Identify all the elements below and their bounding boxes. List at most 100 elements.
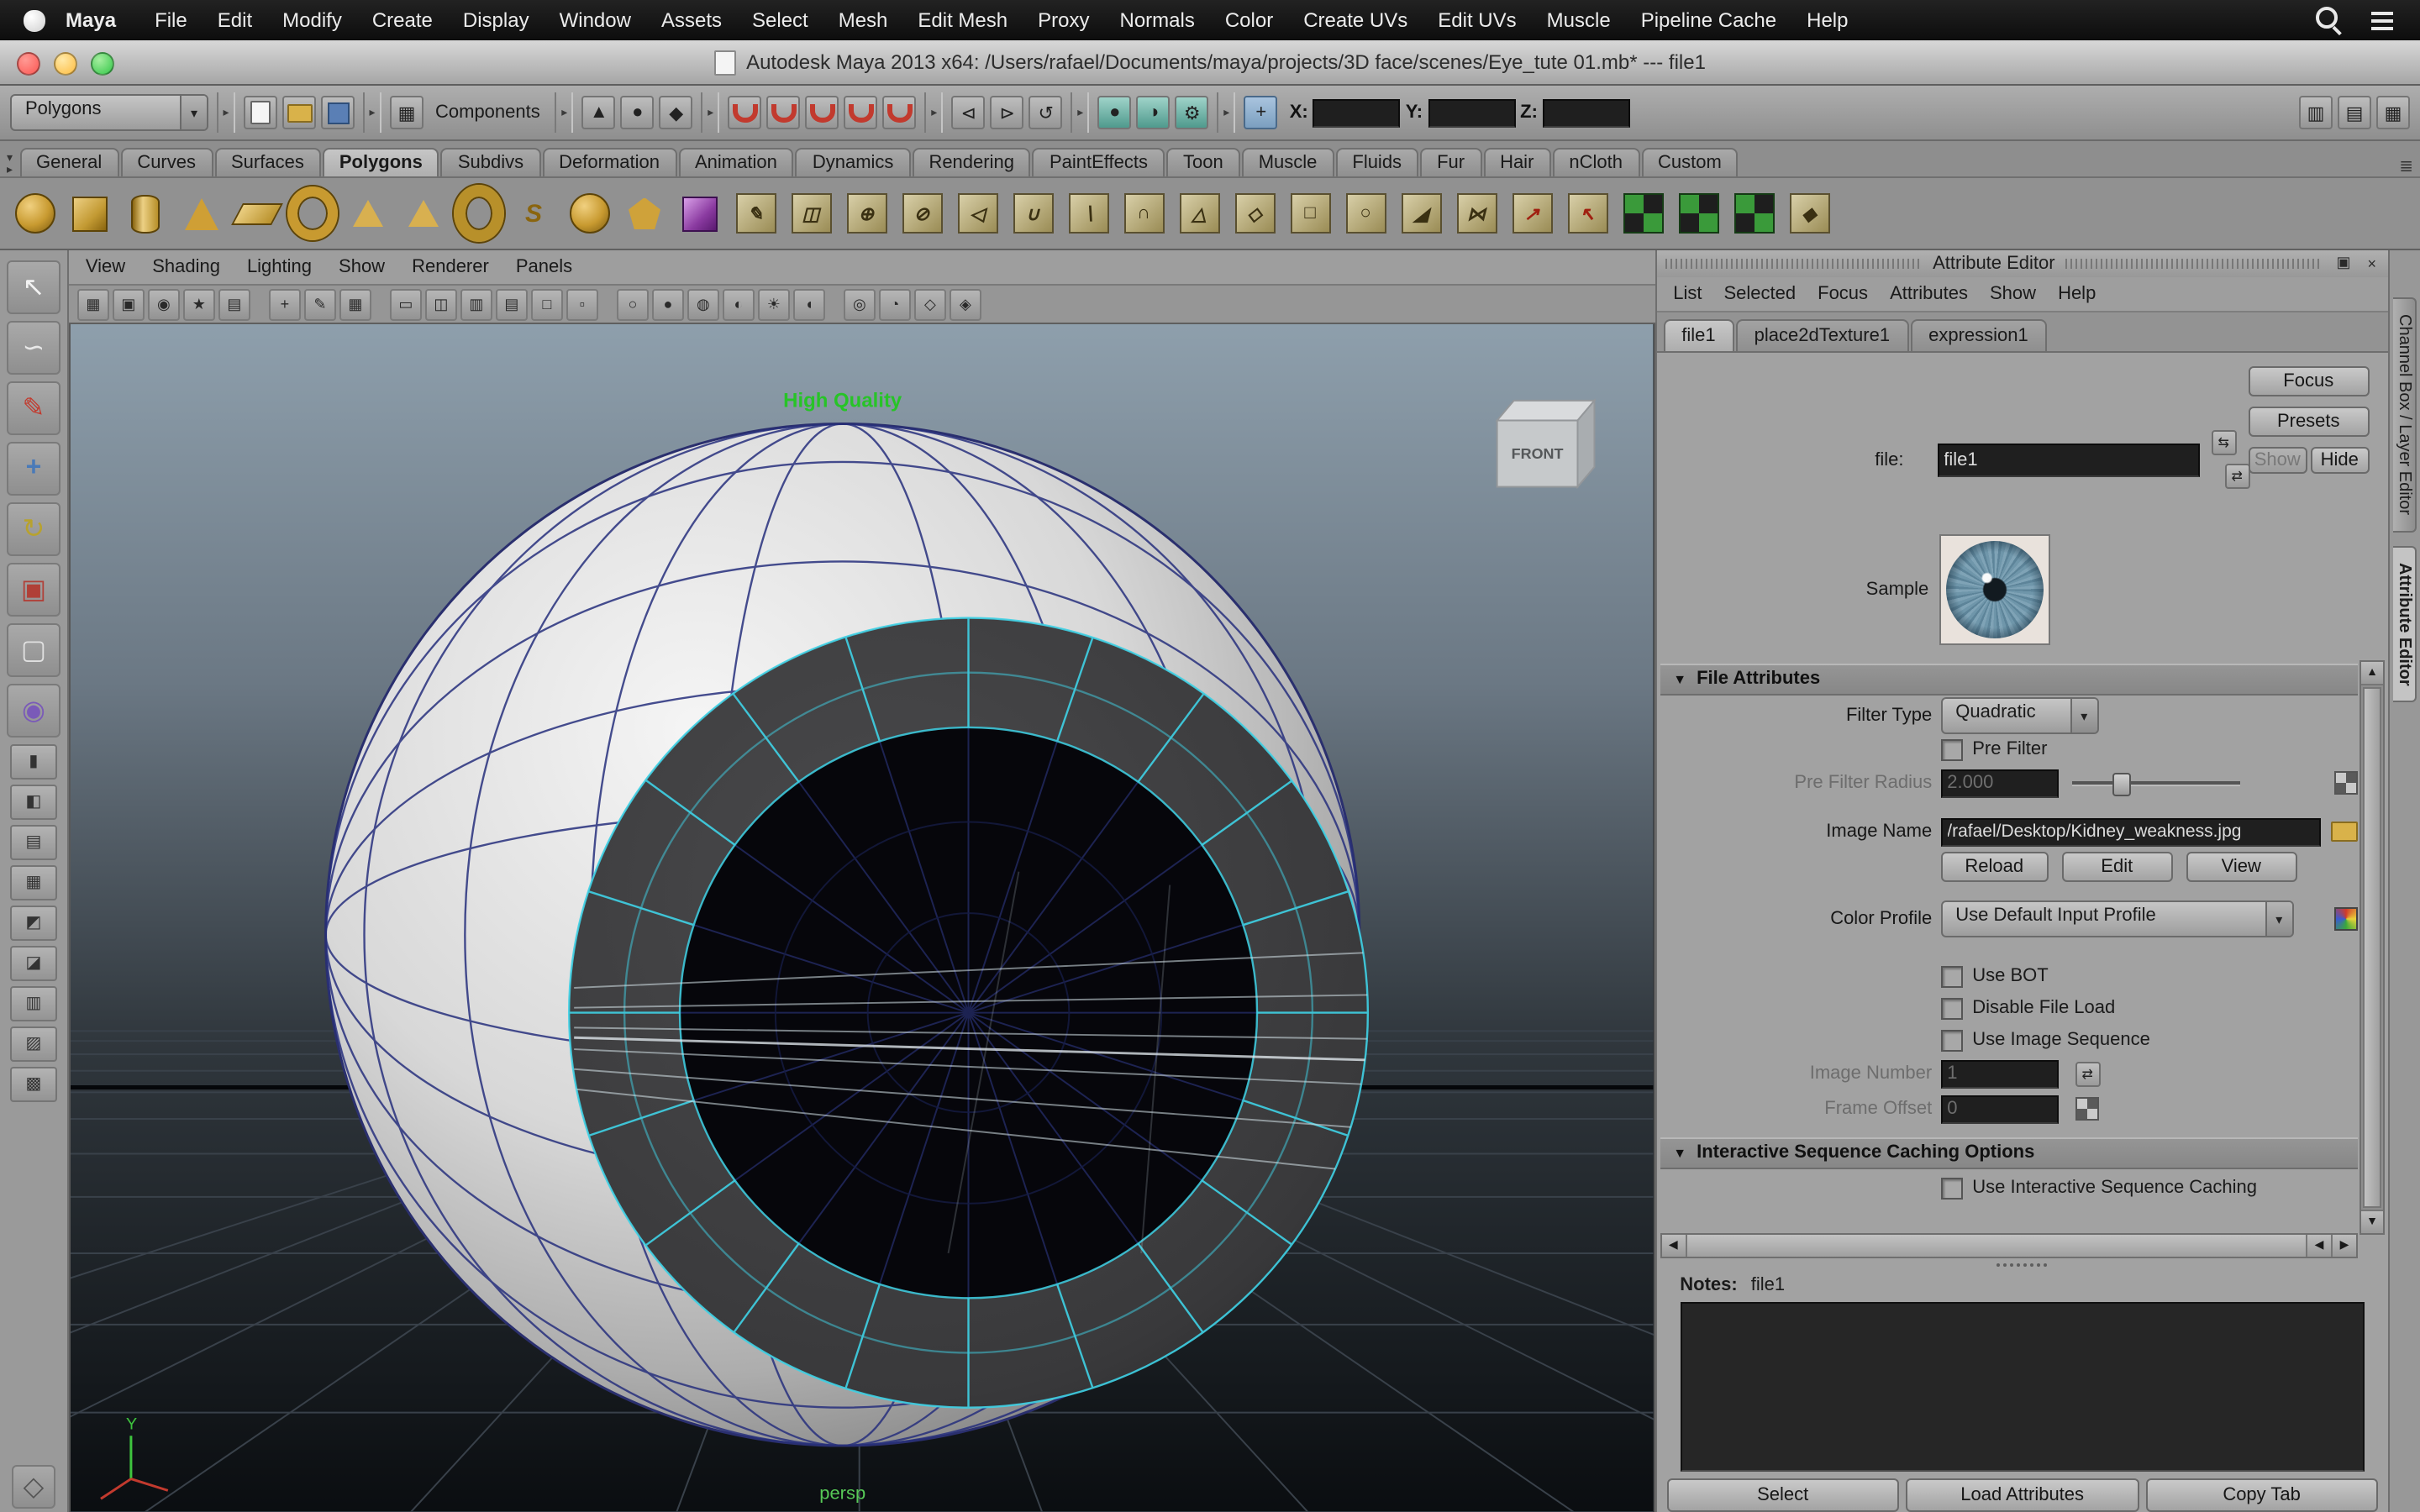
toggle-tool-settings-icon[interactable]: ▤ [2338,96,2371,129]
viewport-canvas[interactable]: FRONT High Quality persp Y [69,324,1655,1512]
shelf-tab-deformation[interactable]: Deformation [542,148,676,176]
extract-icon[interactable]: ◁ [952,183,1002,244]
snap-to-grid-icon[interactable] [729,96,762,129]
construction-history-icon[interactable]: ↺ [1029,96,1063,129]
bookmarks-icon[interactable]: ★ [183,288,215,320]
textured-mode-icon[interactable]: ◐ [723,288,755,320]
color-management-icon[interactable] [2334,907,2358,931]
menu-assets[interactable]: Assets [646,8,737,32]
menu-set-selector[interactable]: Polygons ▾ [10,94,208,131]
render-current-frame-icon[interactable]: ● [1098,96,1132,129]
wireframe-mode-icon[interactable]: ○ [617,288,649,320]
poly-sphere-icon[interactable] [9,183,60,244]
grid-toggle-icon[interactable]: ▦ [339,288,371,320]
poly-pyramid-icon[interactable] [397,183,448,244]
planar-mapping-icon[interactable] [1618,183,1668,244]
color-profile-dropdown[interactable]: Use Default Input Profile ▾ [1940,900,2293,937]
combine-icon[interactable]: ⊕ [841,183,892,244]
shelf-tab-ncloth[interactable]: nCloth [1552,148,1639,176]
toggle-attribute-editor-icon[interactable]: ▥ [2299,96,2333,129]
menu-create-uvs[interactable]: Create UVs [1288,8,1423,32]
ssao-icon[interactable]: ◎ [844,288,876,320]
apple-menu-icon[interactable] [24,9,45,31]
spotlight-icon[interactable] [2316,7,2341,34]
append-polygon-icon[interactable]: ↖ [1562,183,1612,244]
pre-filter-radius-slider[interactable] [2071,771,2239,795]
section-collapse-icon[interactable]: ▸ [1218,92,1236,133]
scroll-down-icon[interactable]: ▼ [2361,1210,2383,1233]
boolean-difference-icon[interactable]: ∖ [1063,183,1113,244]
section-collapse-icon[interactable]: ▸ [363,92,381,133]
drag-handle-icon[interactable] [1665,259,1923,269]
menu-proxy[interactable]: Proxy [1023,8,1104,32]
panel-menu-shading[interactable]: Shading [152,257,220,277]
scroll-left-icon[interactable]: ◀ [1661,1235,1686,1257]
show-button[interactable]: Show [2248,446,2307,473]
presets-button[interactable]: Presets [2248,406,2369,436]
close-window-button[interactable] [17,52,40,76]
input-connections-icon[interactable]: ⊲ [952,96,986,129]
scroll-up-icon[interactable]: ▲ [2361,661,2383,685]
hide-button[interactable]: Hide [2310,446,2369,473]
use-all-lights-icon[interactable]: ☀ [758,288,790,320]
move-tool-icon[interactable]: + [7,442,60,496]
incoming-connection-icon[interactable]: ⇆ [2211,429,2236,454]
panel-menu-panels[interactable]: Panels [516,257,572,277]
view-cube[interactable]: FRONT [1497,401,1595,487]
field-chart-icon[interactable]: ▤ [496,288,528,320]
ae-menu-focus[interactable]: Focus [1818,284,1868,304]
file-attributes-section-header[interactable]: ▼ File Attributes [1660,663,2358,695]
menu-edit-mesh[interactable]: Edit Mesh [902,8,1023,32]
camera-attributes-icon[interactable]: ◉ [148,288,180,320]
save-scene-button[interactable] [321,96,355,129]
snap-to-view-plane-icon[interactable] [883,96,917,129]
scroll-right-icon[interactable]: ▶ [2331,1235,2356,1257]
ae-menu-help[interactable]: Help [2058,284,2096,304]
channel-box-layer-editor-tab[interactable]: Channel Box / Layer Editor [2393,297,2417,532]
universal-manipulator-tool-icon[interactable]: ▢ [7,623,60,677]
mirror-geometry-icon[interactable]: ◫ [786,183,836,244]
pre-filter-checkbox[interactable] [1940,738,1962,760]
select-camera-icon[interactable]: ▦ [77,288,109,320]
view-button[interactable]: View [2186,852,2296,882]
shelf-tab-animation[interactable]: Animation [678,148,794,176]
notes-splitter-handle[interactable] [1656,1258,2388,1272]
select-tool-icon[interactable]: ↖ [7,260,60,314]
rotate-tool-icon[interactable]: ↻ [7,502,60,556]
layout-hypershade-persp-icon[interactable]: ◪ [10,945,57,980]
layout-custom-icon[interactable]: ▩ [10,1066,57,1101]
boolean-union-icon[interactable]: ∪ [1007,183,1058,244]
poly-prism-icon[interactable] [342,183,392,244]
tear-off-panel-icon[interactable]: ▣ [2333,255,2354,273]
menu-select[interactable]: Select [737,8,823,32]
ae-menu-selected[interactable]: Selected [1724,284,1797,304]
zoom-window-button[interactable] [91,52,114,76]
pre-filter-radius-input[interactable] [1940,769,2058,797]
tab-file1[interactable]: file1 [1663,318,1733,350]
lasso-select-tool-icon[interactable]: ∽ [7,321,60,375]
ipr-render-icon[interactable]: ◑ [1137,96,1171,129]
use-interactive-caching-checkbox[interactable] [1940,1177,1962,1199]
shelf-tab-custom[interactable]: Custom [1641,148,1739,176]
gate-mask-icon[interactable]: ▥ [460,288,492,320]
scrollbar-thumb[interactable] [2363,686,2381,1207]
browse-folder-icon[interactable] [2331,822,2358,842]
scrollbar-track[interactable] [1686,1235,2306,1257]
panel-menu-renderer[interactable]: Renderer [412,257,489,277]
render-settings-icon[interactable]: ⚙ [1176,96,1209,129]
lock-camera-icon[interactable]: ▣ [113,288,145,320]
layout-persp-graph-icon[interactable]: ▥ [10,985,57,1021]
shelf-tab-dynamics[interactable]: Dynamics [796,148,911,176]
two-d-pan-zoom-icon[interactable]: + [269,288,301,320]
menu-create[interactable]: Create [357,8,448,32]
shelf-menu-icon[interactable]: ▾▸ [7,153,13,176]
texture-sample-swatch[interactable] [1939,534,2049,645]
shelf-tab-fur[interactable]: Fur [1420,148,1481,176]
close-panel-icon[interactable]: × [2365,255,2381,272]
viewcube-face-label[interactable]: FRONT [1512,445,1564,462]
select-button[interactable]: Select [1666,1478,1899,1512]
paint-select-tool-icon[interactable]: ✎ [7,381,60,435]
menu-mesh[interactable]: Mesh [823,8,903,32]
make-hole-icon[interactable]: ○ [1340,183,1391,244]
ae-menu-list[interactable]: List [1673,284,1702,304]
